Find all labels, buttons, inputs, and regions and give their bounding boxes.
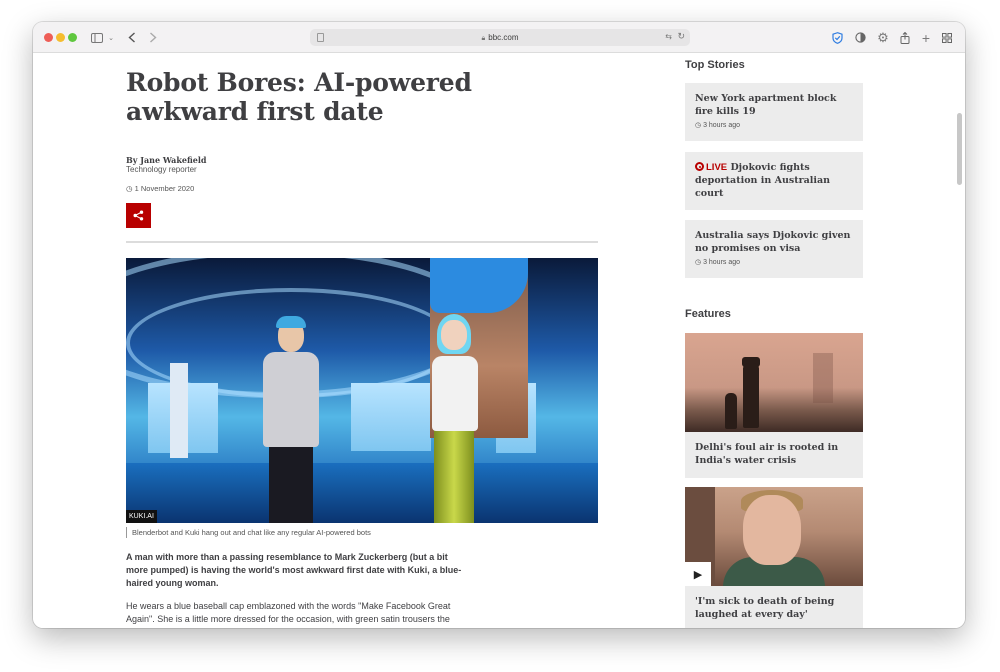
feature-body: 'I'm sick to death of being laughed at e…	[685, 586, 863, 628]
story-time-text: 3 hours ago	[703, 259, 741, 266]
clock-icon: ◷	[695, 259, 702, 266]
sidebar-icon[interactable]	[90, 29, 104, 46]
share-icon	[133, 210, 144, 221]
story-title[interactable]: New York apartment block fire kills 19	[695, 92, 853, 118]
play-button[interactable]: ▶	[685, 562, 711, 586]
article-paragraph: He wears a blue baseball cap emblazoned …	[126, 601, 451, 628]
clock-icon: ◷	[126, 184, 133, 193]
browser-window: ⌄ 🔒︎ bbc.com ⇆ ↻ ⚙ + Robot Bores: AI-pow…	[33, 22, 965, 628]
reload-icon[interactable]: ↻	[677, 31, 685, 42]
browser-toolbar: ⌄ 🔒︎ bbc.com ⇆ ↻ ⚙ +	[33, 22, 965, 53]
author-name[interactable]: By Jane Wakefield	[126, 155, 207, 165]
page-content: Robot Bores: AI-powered awkward first da…	[33, 53, 965, 628]
feature-card[interactable]: Delhi's foul air is rooted in India's wa…	[685, 333, 863, 478]
shield-icon[interactable]	[830, 29, 844, 46]
url-text: bbc.com	[488, 33, 519, 42]
story-title[interactable]: LIVE Djokovic fights deportation in Aust…	[695, 161, 853, 200]
article-hero-image: KUKI.AI	[126, 258, 598, 523]
features-heading: Features	[685, 308, 731, 320]
person-face	[743, 495, 801, 565]
top-story-card[interactable]: Australia says Djokovic given no promise…	[685, 220, 863, 278]
clock-icon: ◷	[695, 122, 702, 129]
close-window-button[interactable]	[44, 33, 53, 42]
feature-title[interactable]: 'I'm sick to death of being laughed at e…	[695, 595, 853, 621]
article-headline: Robot Bores: AI-powered awkward first da…	[126, 68, 472, 126]
article-date: ◷ 1 November 2020	[126, 184, 194, 193]
story-time-text: 3 hours ago	[703, 122, 741, 129]
translate-icon[interactable]: ⇆	[665, 32, 672, 41]
share-page-icon[interactable]	[898, 29, 912, 46]
avatar-man-legs	[269, 443, 313, 523]
avatar-woman-head	[441, 320, 467, 350]
minimize-window-button[interactable]	[56, 33, 65, 42]
robot-battle-sign	[170, 363, 188, 458]
india-gate-silhouette	[813, 353, 833, 403]
share-button[interactable]	[126, 203, 151, 228]
image-credit: KUKI.AI	[126, 510, 157, 523]
play-icon: ▶	[693, 568, 703, 581]
article-lead: A man with more than a passing resemblan…	[126, 552, 462, 588]
scrollbar[interactable]	[957, 113, 962, 185]
avatar-man-body	[263, 352, 319, 447]
feature-title[interactable]: Delhi's foul air is rooted in India's wa…	[695, 441, 853, 467]
story-time: ◷ 3 hours ago	[695, 258, 853, 266]
stage-floor	[126, 463, 598, 523]
forward-button[interactable]	[147, 29, 159, 46]
date-text: 1 November 2020	[134, 184, 195, 193]
lock-icon: 🔒︎	[481, 35, 486, 42]
top-story-card[interactable]: New York apartment block fire kills 19 ◷…	[685, 83, 863, 141]
avatar-man-cap	[276, 316, 306, 328]
address-bar[interactable]: 🔒︎ bbc.com ⇆ ↻	[310, 29, 690, 46]
top-story-card[interactable]: LIVE Djokovic fights deportation in Aust…	[685, 152, 863, 210]
feature-body: Delhi's foul air is rooted in India's wa…	[685, 432, 863, 478]
story-title[interactable]: Australia says Djokovic given no promise…	[695, 229, 853, 255]
chevron-down-icon[interactable]: ⌄	[107, 29, 115, 46]
zoom-window-button[interactable]	[68, 33, 77, 42]
avatar-woman-legs	[434, 426, 474, 523]
image-caption: Blenderbot and Kuki hang out and chat li…	[126, 527, 371, 538]
person-silhouette	[725, 393, 737, 429]
live-icon	[695, 162, 704, 171]
gear-icon[interactable]: ⚙	[876, 29, 890, 46]
feature-image[interactable]: ▶	[685, 487, 863, 586]
divider	[126, 241, 598, 243]
person-silhouette	[743, 363, 759, 428]
story-time: ◷ 3 hours ago	[695, 121, 853, 129]
privacy-icon[interactable]	[853, 29, 867, 46]
feature-image[interactable]	[685, 333, 863, 432]
window-panel	[351, 383, 431, 451]
avatar-woman-body	[432, 356, 478, 431]
live-badge: LIVE	[706, 162, 728, 173]
new-tab-icon[interactable]: +	[919, 29, 933, 46]
back-button[interactable]	[126, 29, 138, 46]
feature-card[interactable]: ▶ 'I'm sick to death of being laughed at…	[685, 487, 863, 628]
byline: By Jane Wakefield Technology reporter	[126, 155, 207, 175]
top-stories-heading: Top Stories	[685, 59, 745, 71]
author-role: Technology reporter	[126, 165, 197, 174]
tab-overview-icon[interactable]	[940, 29, 954, 46]
